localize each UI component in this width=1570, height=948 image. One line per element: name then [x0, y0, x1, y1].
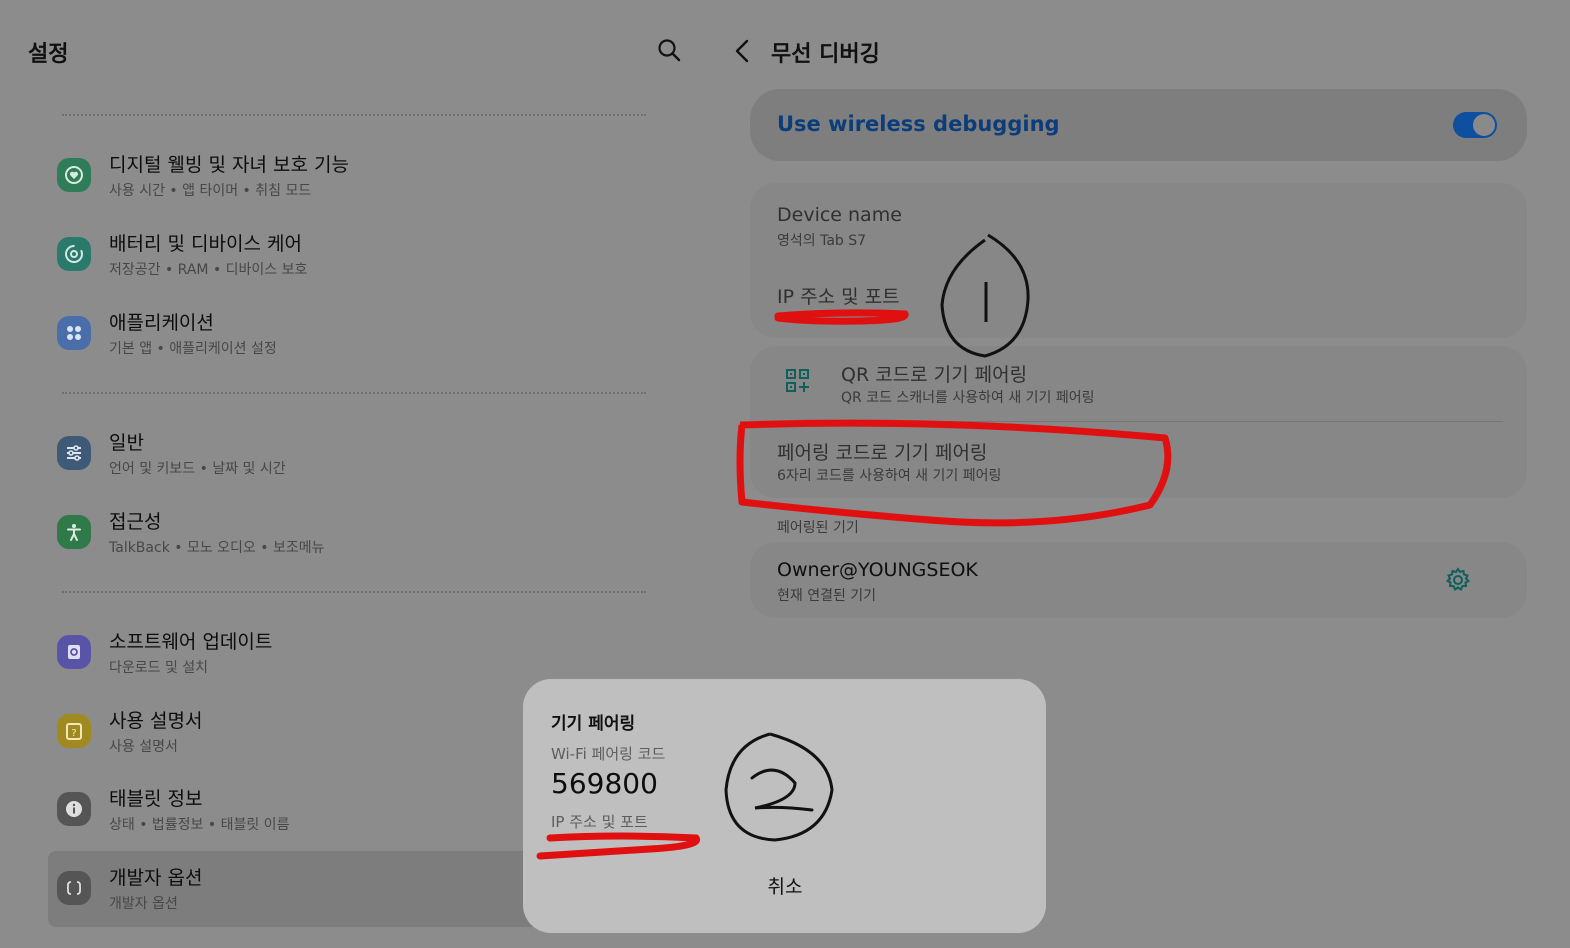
menu-item-applications[interactable]: 애플리케이션 기본 앱 • 애플리케이션 설정 [48, 296, 648, 372]
divider [62, 392, 646, 394]
menu-item-subtitle: TalkBack • 모노 오디오 • 보조메뉴 [109, 540, 325, 556]
apps-icon [57, 316, 91, 350]
developer-icon [57, 871, 91, 905]
menu-item-title: 태블릿 정보 [109, 788, 203, 810]
menu-item-subtitle: 사용 설명서 [109, 739, 178, 755]
menu-item-subtitle: 기본 앱 • 애플리케이션 설정 [109, 341, 277, 357]
menu-item-title: 디지털 웰빙 및 자녀 보호 기능 [109, 154, 349, 176]
page-title: 무선 디버깅 [771, 42, 880, 67]
paired-devices-header: 페어링된 기기 [777, 520, 859, 536]
menu-item-subtitle: 다운로드 및 설치 [109, 660, 209, 676]
switch-knob [1473, 114, 1495, 136]
device-care-icon [57, 237, 91, 271]
device-name-value: 영석의 Tab S7 [777, 233, 867, 249]
device-name-label: Device name [777, 204, 902, 226]
svg-text:?: ? [71, 728, 76, 739]
menu-item-title: 접근성 [109, 511, 162, 533]
menu-item-title: 개발자 옵션 [109, 867, 203, 889]
paired-device-status: 현재 연결된 기기 [777, 588, 877, 604]
software-update-icon [57, 635, 91, 669]
paired-device-row[interactable]: Owner@YOUNGSEOK 현재 연결된 기기 [750, 542, 1527, 618]
qr-pairing-title: QR 코드로 기기 페어링 [841, 364, 1028, 386]
menu-item-title: 일반 [109, 432, 144, 454]
user-manual-icon: ? [57, 714, 91, 748]
menu-item-title: 소프트웨어 업데이트 [109, 631, 273, 653]
menu-item-title: 사용 설명서 [109, 710, 203, 732]
menu-item-digital-wellbeing[interactable]: 디지털 웰빙 및 자녀 보호 기능 사용 시간 • 앱 타이머 • 취침 모드 [48, 138, 648, 214]
qr-code-icon [786, 369, 810, 397]
qr-pairing-subtitle: QR 코드 스캐너를 사용하여 새 기기 페어링 [841, 390, 1095, 406]
wireless-debugging-switch[interactable] [1453, 112, 1497, 138]
search-icon[interactable] [656, 37, 684, 65]
wifi-pairing-code: 569800 [551, 767, 658, 800]
settings-title: 설정 [28, 42, 69, 67]
menu-item-subtitle: 개발자 옵션 [109, 896, 178, 912]
toggle-label: Use wireless debugging [777, 112, 1060, 136]
wifi-pairing-code-label: Wi-Fi 페어링 코드 [551, 745, 666, 763]
menu-item-subtitle: 저장공간 • RAM • 디바이스 보호 [109, 262, 308, 278]
menu-item-subtitle: 사용 시간 • 앱 타이머 • 취침 모드 [109, 183, 312, 199]
pairing-code-row[interactable]: 페어링 코드로 기기 페어링 6자리 코드를 사용하여 새 기기 페어링 [750, 422, 1527, 498]
cancel-button[interactable]: 취소 [753, 872, 817, 902]
qr-pairing-row[interactable]: QR 코드로 기기 페어링 QR 코드 스캐너를 사용하여 새 기기 페어링 [750, 346, 1527, 420]
divider [62, 114, 646, 116]
accessibility-icon [57, 515, 91, 549]
dialog-title: 기기 페어링 [551, 714, 636, 734]
device-info-card: Device name 영석의 Tab S7 IP 주소 및 포트 [750, 183, 1527, 338]
general-icon [57, 436, 91, 470]
menu-item-general[interactable]: 일반 언어 및 키보드 • 날짜 및 시간 [48, 416, 648, 492]
paired-device-name: Owner@YOUNGSEOK [777, 559, 978, 581]
ip-port-label: IP 주소 및 포트 [777, 286, 900, 308]
menu-item-developer-options[interactable]: 개발자 옵션 개발자 옵션 [48, 851, 538, 927]
menu-item-subtitle: 상태 • 법률정보 • 태블릿 이름 [109, 817, 290, 833]
pairing-code-title: 페어링 코드로 기기 페어링 [777, 442, 988, 464]
menu-item-accessibility[interactable]: 접근성 TalkBack • 모노 오디오 • 보조메뉴 [48, 495, 648, 571]
pairing-code-subtitle: 6자리 코드를 사용하여 새 기기 페어링 [777, 468, 1002, 484]
info-icon [57, 792, 91, 826]
wireless-debugging-toggle-row[interactable]: Use wireless debugging [750, 89, 1527, 161]
menu-item-battery-device-care[interactable]: 배터리 및 디바이스 케어 저장공간 • RAM • 디바이스 보호 [48, 217, 648, 293]
pairing-card: QR 코드로 기기 페어링 QR 코드 스캐너를 사용하여 새 기기 페어링 페… [750, 346, 1527, 498]
menu-item-title: 배터리 및 디바이스 케어 [109, 233, 302, 255]
dialog-ip-port-label: IP 주소 및 포트 [551, 813, 648, 831]
gear-icon[interactable] [1445, 567, 1471, 597]
divider [62, 591, 646, 593]
pairing-dialog: 기기 페어링 Wi-Fi 페어링 코드 569800 IP 주소 및 포트 취소 [523, 679, 1046, 933]
wellbeing-icon [57, 158, 91, 192]
menu-item-title: 애플리케이션 [109, 312, 214, 334]
back-arrow-icon[interactable] [730, 36, 754, 66]
menu-item-subtitle: 언어 및 키보드 • 날짜 및 시간 [109, 461, 286, 477]
